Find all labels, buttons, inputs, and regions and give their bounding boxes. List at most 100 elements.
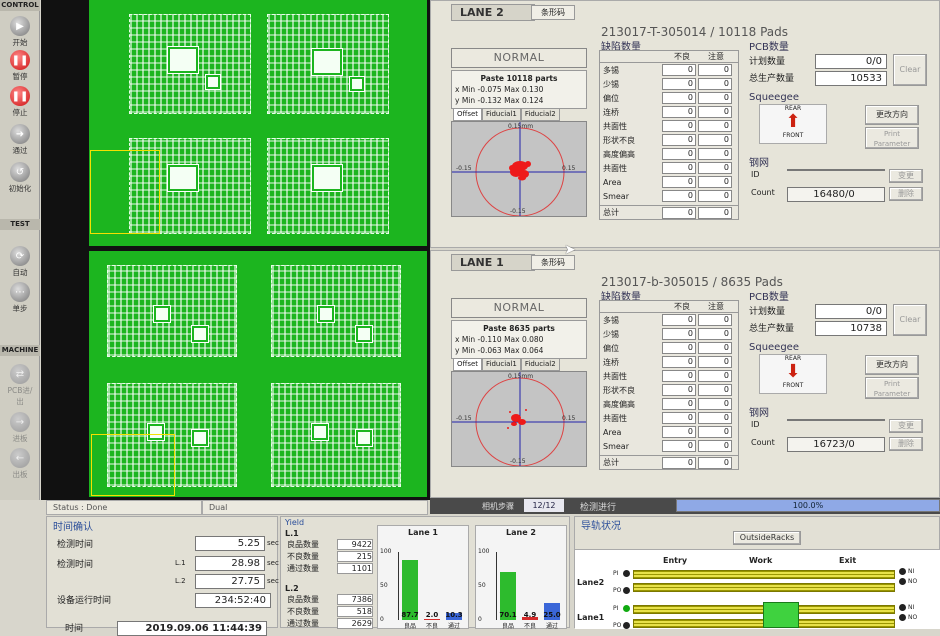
barcode-tab[interactable]: 条形码 [531,5,575,20]
defect-row: 形状不良 0 0 [600,133,738,147]
barcode-tab-label: 条形码 [541,258,565,267]
offset-point [511,422,517,426]
board-out-button[interactable]: ← 出板 [4,448,36,480]
chart-y-axis [398,552,399,620]
scope-top-label: 0.15mm [508,373,534,380]
defect-rows: 多锡 0 0 少锡 0 0 偏位 0 0 连桥 0 0 共面性 0 0 形状不良 0 0 高度偏高 0 0 共面性 0 0 Ar… [600,313,738,453]
defect-bad-value: 0 [662,106,696,118]
mouse-cursor-icon: ➤ [564,242,576,258]
chart-category-label: 通过 [545,623,558,630]
defect-name: 多锡 [603,315,619,325]
defect-warn-value: 0 [698,398,732,410]
status-text: Status : Done [46,500,202,515]
defect-row: Area 0 0 [600,175,738,189]
chart-y-tick: 100 [478,548,490,555]
tab-fiducial1[interactable]: Fiducial1 [482,108,521,121]
lane1-yield-chart: Lane 1 100 50 0 87.7 良品 2.0 不良 10.3 通过 [377,525,469,630]
defect-bad-value: 0 [662,78,696,90]
yield-row-value: 2629 [337,618,373,629]
planned-value: 0/0 [815,304,887,319]
tab-offset[interactable]: Offset [453,108,483,121]
change-stencil-button[interactable]: 变更 [889,169,923,183]
pause-icon: ❚❚ [10,50,30,70]
defect-warn-value: 0 [698,106,732,118]
pcb-pattern [129,14,251,114]
chart-value-label: 10.3 [445,611,463,619]
tab-fiducial2[interactable]: Fiducial2 [520,358,560,371]
stop-button[interactable]: ❚❚ 停止 [4,86,36,118]
tab-offset[interactable]: Offset [453,358,483,371]
rail-diagram: Entry Work Exit Lane2 PI PO NI NO Lane1 … [575,549,940,629]
delete-stencil-button[interactable]: 删除 [889,437,923,451]
planned-label: 计划数量 [749,307,786,317]
step-button[interactable]: ⋯ 单步 [4,282,36,314]
defect-name: 高度偏高 [603,399,635,409]
defect-warn-value: 0 [698,356,732,368]
squeegee-title: Squeegee [749,92,799,103]
lane2-pi-indicator [623,570,630,577]
board-view-area [41,0,430,500]
progress-label: 检测进行 [580,503,617,513]
defect-bad-value: 0 [662,426,696,438]
defect-row: Smear 0 0 [600,439,738,453]
progress-percent: 100.0% [792,501,824,510]
stencil-id-label: ID [751,420,760,429]
change-direction-button[interactable]: 更改方向 [865,355,919,375]
lane-tab[interactable]: LANE 1 [451,254,535,271]
yield-row-value: 9422 [337,539,373,550]
change-direction-button[interactable]: 更改方向 [865,105,919,125]
planned-label: 计划数量 [749,57,786,67]
defect-warn-value: 0 [698,190,732,202]
auto-button[interactable]: ⟳ 自动 [4,246,36,278]
defect-row: 连桥 0 0 [600,105,738,119]
yield-panel: Yield L.1 良品数量 9422 不良数量 215 通过数量 1101 L.2 良品… [280,516,570,630]
clear-button[interactable]: Clear [893,304,927,336]
defect-row: 偏位 0 0 [600,341,738,355]
tab-fiducial2[interactable]: Fiducial2 [520,108,560,121]
tab-fiducial1[interactable]: Fiducial1 [482,358,521,371]
lane-tab[interactable]: LANE 2 [451,4,535,21]
lane-tab-label: LANE 1 [460,256,504,269]
pcb-inout-label: PCB进/出 [7,386,33,406]
board-in-button[interactable]: → 进板 [4,412,36,444]
defect-total-row: 总计 0 0 [600,205,738,219]
paste-title: Paste 10118 parts [480,74,558,83]
lane1-board-image[interactable] [89,251,427,497]
pcb-inout-button[interactable]: ⇄ PCB进/出 [4,364,36,407]
inspection-window [90,150,160,234]
defect-name: 连桥 [603,107,619,117]
stencil-id-field[interactable] [787,169,885,171]
squeegee-direction-icon: ⬆ [785,111,801,132]
initialize-button[interactable]: ↺ 初始化 [4,162,36,194]
change-stencil-button[interactable]: 变更 [889,419,923,433]
defect-warn-value: 0 [698,426,732,438]
delete-stencil-button[interactable]: 删除 [889,187,923,201]
defect-name: Area [603,177,622,187]
pause-button[interactable]: ❚❚ 暂停 [4,50,36,82]
outside-racks-button[interactable]: OutsideRacks [733,531,801,545]
produced-value: 10533 [815,71,887,86]
initialize-label: 初始化 [8,184,32,193]
lane2-rail-bottom [633,583,895,592]
defect-name: 连桥 [603,357,619,367]
defect-bad-value: 0 [662,384,696,396]
lane2-rail-top [633,570,895,579]
chart-category-label: 良品 [403,623,416,630]
lane2-board-image[interactable] [89,0,427,246]
chart-value-label: 70.1 [499,611,517,619]
defect-bad-value: 0 [662,356,696,368]
start-button[interactable]: ▶ 开始 [4,16,36,48]
defect-bad-value: 0 [662,134,696,146]
defect-name: 偏位 [603,343,619,353]
print-parameter-button[interactable]: Print Parameter [865,377,919,399]
defect-row: 多锡 0 0 [600,63,738,77]
defect-row: Area 0 0 [600,425,738,439]
defect-header: 不良 注意 [600,51,738,63]
pass-button[interactable]: ➜ 通过 [4,124,36,156]
print-parameter-button[interactable]: Print Parameter [865,127,919,149]
clear-button[interactable]: Clear [893,54,927,86]
clock-value: 2019.09.06 11:44:39 [117,621,267,636]
defect-name: Smear [603,191,629,201]
inspect-time-l2-unit: sec [267,577,279,585]
stencil-id-field[interactable] [787,419,885,421]
